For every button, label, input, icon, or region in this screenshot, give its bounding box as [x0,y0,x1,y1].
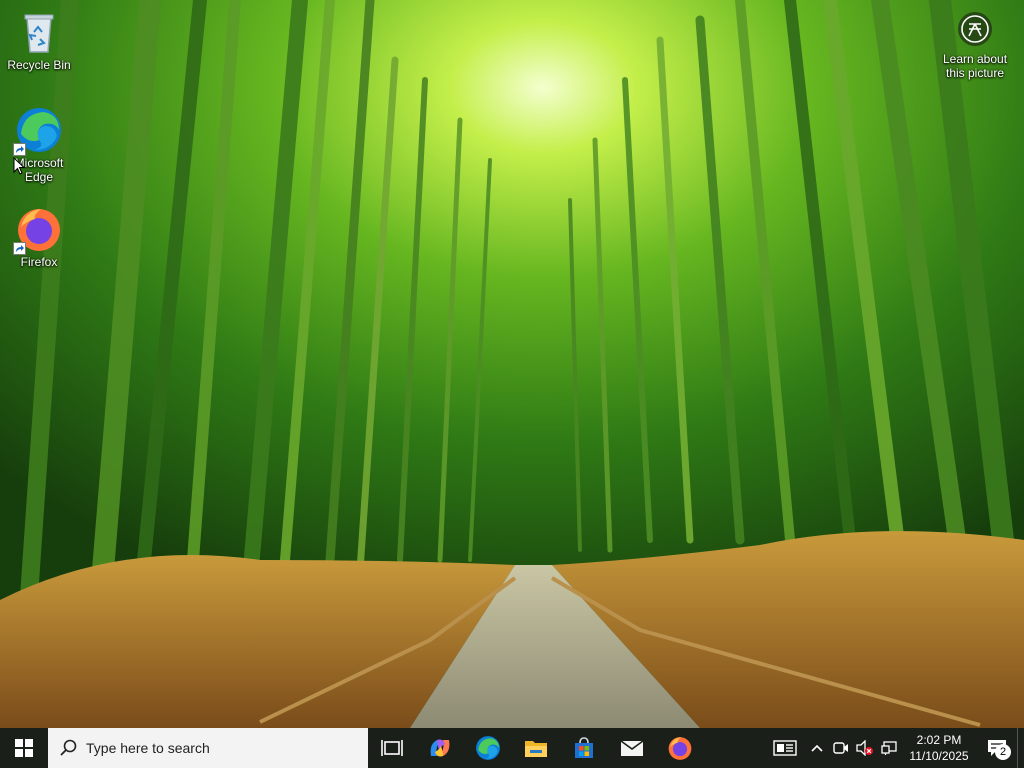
learn-about-this-picture-label: Learn about this picture [942,52,1008,80]
edge-icon [476,736,500,760]
notification-count-badge: 2 [995,744,1011,760]
shortcut-arrow-icon [13,143,26,156]
store-icon [575,737,593,758]
taskbar-search-box[interactable]: Type here to search [48,728,368,768]
desktop-icon-recycle-bin[interactable]: Recycle Bin [1,8,77,72]
meet-now-button[interactable] [829,728,853,768]
desktop-icon-firefox[interactable]: Firefox [1,205,77,269]
task-view-button[interactable] [368,728,416,768]
taskbar-clock[interactable]: 2:02 PM 11/10/2025 [901,732,977,764]
camera-icon [958,12,992,46]
news-widget-icon [773,740,797,756]
search-placeholder: Type here to search [86,740,210,756]
chevron-up-icon [811,744,823,752]
volume-muted-icon [856,740,873,756]
mail-icon [620,740,644,756]
windows-start-icon [15,739,33,757]
network-button[interactable] [877,728,901,768]
taskbar-firefox-button[interactable] [656,728,704,768]
shortcut-arrow-icon [13,242,26,255]
desktop-icon-label: Recycle Bin [7,58,71,72]
microsoft-store-button[interactable] [560,728,608,768]
taskbar: Type here to search 2:02 PM 11/10/2025 2 [0,728,1024,768]
firefox-icon [13,205,63,255]
copilot-icon [430,739,450,757]
folder-icon [525,741,547,757]
search-icon [60,739,77,756]
learn-about-this-picture[interactable]: Learn about this picture [936,8,1014,80]
recycle-bin-icon [15,8,63,56]
volume-button[interactable] [853,728,877,768]
copilot-button[interactable] [416,728,464,768]
show-hidden-icons-button[interactable] [805,728,829,768]
meet-now-icon [833,742,848,754]
start-button[interactable] [0,728,48,768]
network-icon [881,741,897,755]
task-view-icon [381,740,403,756]
action-center-button[interactable]: 2 [977,728,1017,768]
clock-date: 11/10/2025 [909,749,969,763]
file-explorer-button[interactable] [512,728,560,768]
mail-button[interactable] [608,728,656,768]
taskbar-edge-button[interactable] [464,728,512,768]
system-tray: 2:02 PM 11/10/2025 2 [765,728,1024,768]
firefox-icon [668,737,692,760]
mouse-pointer-icon [13,157,25,175]
desktop-icon-label: Firefox [20,255,58,269]
edge-icon [13,106,63,156]
clock-time: 2:02 PM [916,733,962,747]
desktop-wallpaper [0,0,1024,728]
show-desktop-button[interactable] [1017,728,1024,768]
news-widget-button[interactable] [765,728,805,768]
